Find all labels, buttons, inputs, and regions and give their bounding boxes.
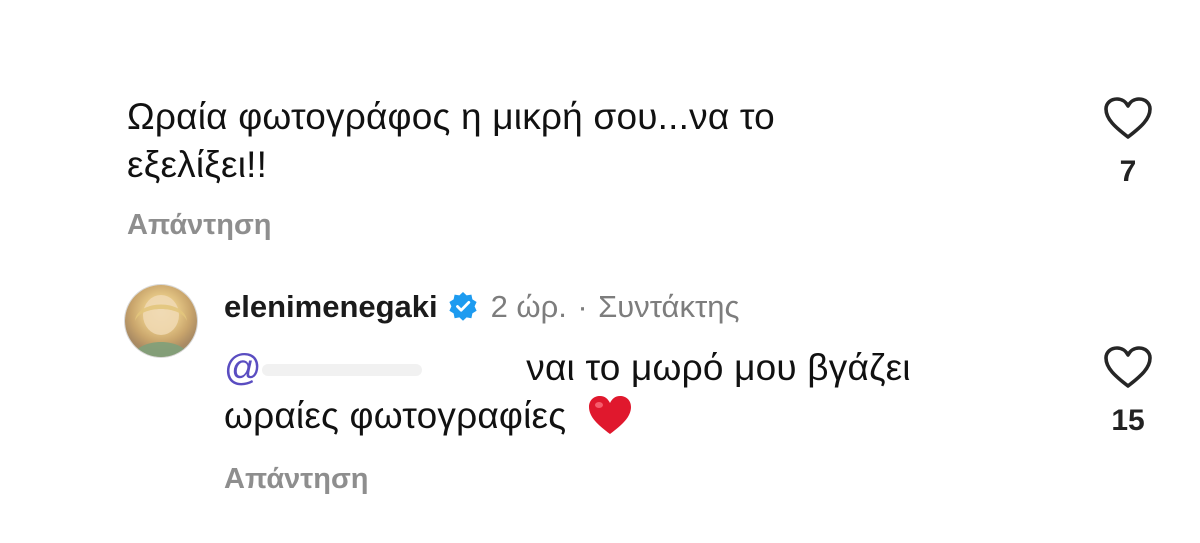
heart-outline-icon[interactable] — [1103, 345, 1153, 394]
comment-2-header: elenimenegaki 2 ώρ. · Συντάκτης — [224, 289, 739, 326]
comment-2-like-count: 15 — [1111, 404, 1145, 437]
comment-2-text-line-2: ωραίες φωτογραφίες — [224, 392, 1044, 448]
comment-1-text-line-2: εξελίξει!! — [127, 144, 268, 185]
comment-2-reply-button[interactable]: Απάντηση — [224, 463, 369, 496]
username[interactable]: elenimenegaki — [224, 289, 438, 324]
comment-1-like-count: 7 — [1119, 155, 1137, 188]
comment-2-like-group: 15 — [1098, 345, 1158, 438]
comment-2: elenimenegaki 2 ώρ. · Συντάκτης @ ναι το… — [0, 270, 1200, 543]
avatar-image — [133, 295, 189, 357]
comment-1-text-line-1: Ωραία φωτογράφος η μικρή σου...να το — [127, 96, 775, 137]
comment-2-text: @ ναι το μωρό μου βγάζει ωραίες φωτογραφ… — [224, 344, 1044, 448]
comment-2-text-line-1-content: ναι το μωρό μου βγάζει — [526, 347, 911, 388]
comment-1-like-group: 7 — [1098, 96, 1158, 189]
heart-outline-icon[interactable] — [1103, 96, 1153, 145]
verified-badge-icon — [448, 291, 478, 326]
comment-1: Ωραία φωτογράφος η μικρή σου...να το εξε… — [0, 0, 1200, 260]
comment-1-reply-button[interactable]: Απάντηση — [127, 209, 272, 242]
comment-2-text-line-2-content: ωραίες φωτογραφίες — [224, 395, 567, 436]
comment-2-text-line-1: @ ναι το μωρό μου βγάζει — [224, 344, 1044, 392]
meta-separator: · — [577, 289, 588, 324]
avatar[interactable] — [125, 285, 197, 357]
mention-prefix: @ — [224, 347, 262, 388]
mention-handle-blurred — [261, 364, 422, 377]
mention[interactable]: @ — [224, 347, 422, 388]
author-role: Συντάκτης — [598, 289, 740, 324]
comment-1-text: Ωραία φωτογράφος η μικρή σου...να το εξε… — [127, 93, 1027, 189]
comment-time: 2 ώρ. — [490, 289, 567, 324]
heart-emoji-icon — [587, 394, 633, 448]
